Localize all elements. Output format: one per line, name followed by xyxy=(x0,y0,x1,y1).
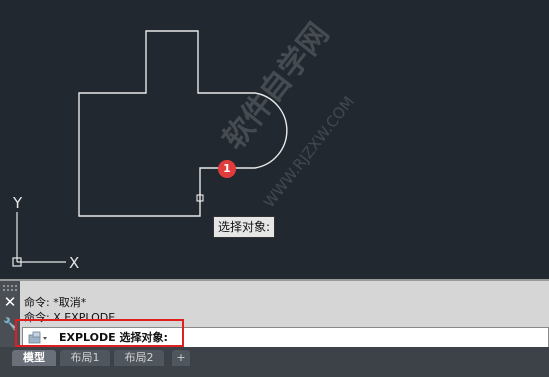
cursor-tooltip: 选择对象: xyxy=(213,216,276,238)
ucs-x-label: X xyxy=(69,254,79,272)
close-icon[interactable]: ✕ xyxy=(3,295,17,310)
drag-grip-icon[interactable] xyxy=(2,284,18,292)
command-history-line: 命令: *取消* xyxy=(24,296,87,309)
command-input-text: EXPLODE 选择对象: xyxy=(59,331,168,344)
tab-layout2[interactable]: 布局2 xyxy=(114,350,164,366)
command-line-sidebar: ✕ 🔧 xyxy=(0,281,20,349)
command-history-line: 命令: X EXPLODE xyxy=(24,311,116,324)
tab-layout1[interactable]: 布局1 xyxy=(60,350,110,366)
wrench-icon[interactable]: 🔧 xyxy=(3,317,18,331)
ucs-icon xyxy=(12,212,66,267)
ucs-y-label: Y xyxy=(12,194,23,212)
add-layout-button[interactable]: + xyxy=(172,350,190,366)
command-line-panel: ✕ 🔧 命令: *取消* 命令: X EXPLODE EXPLODE 选择对象: xyxy=(0,279,549,349)
command-input[interactable]: EXPLODE 选择对象: xyxy=(22,327,549,349)
layout-tab-bar: 模型 布局1 布局2 + xyxy=(0,347,549,377)
step-marker-badge: 1 xyxy=(218,160,236,178)
drawing-outline[interactable] xyxy=(78,30,288,217)
tab-model[interactable]: 模型 xyxy=(12,350,56,366)
command-prompt-icon[interactable] xyxy=(27,330,49,346)
drawing-canvas[interactable]: Y X 软件自学网 WWW.RJZXW.COM 1 选择对象: xyxy=(0,0,549,279)
